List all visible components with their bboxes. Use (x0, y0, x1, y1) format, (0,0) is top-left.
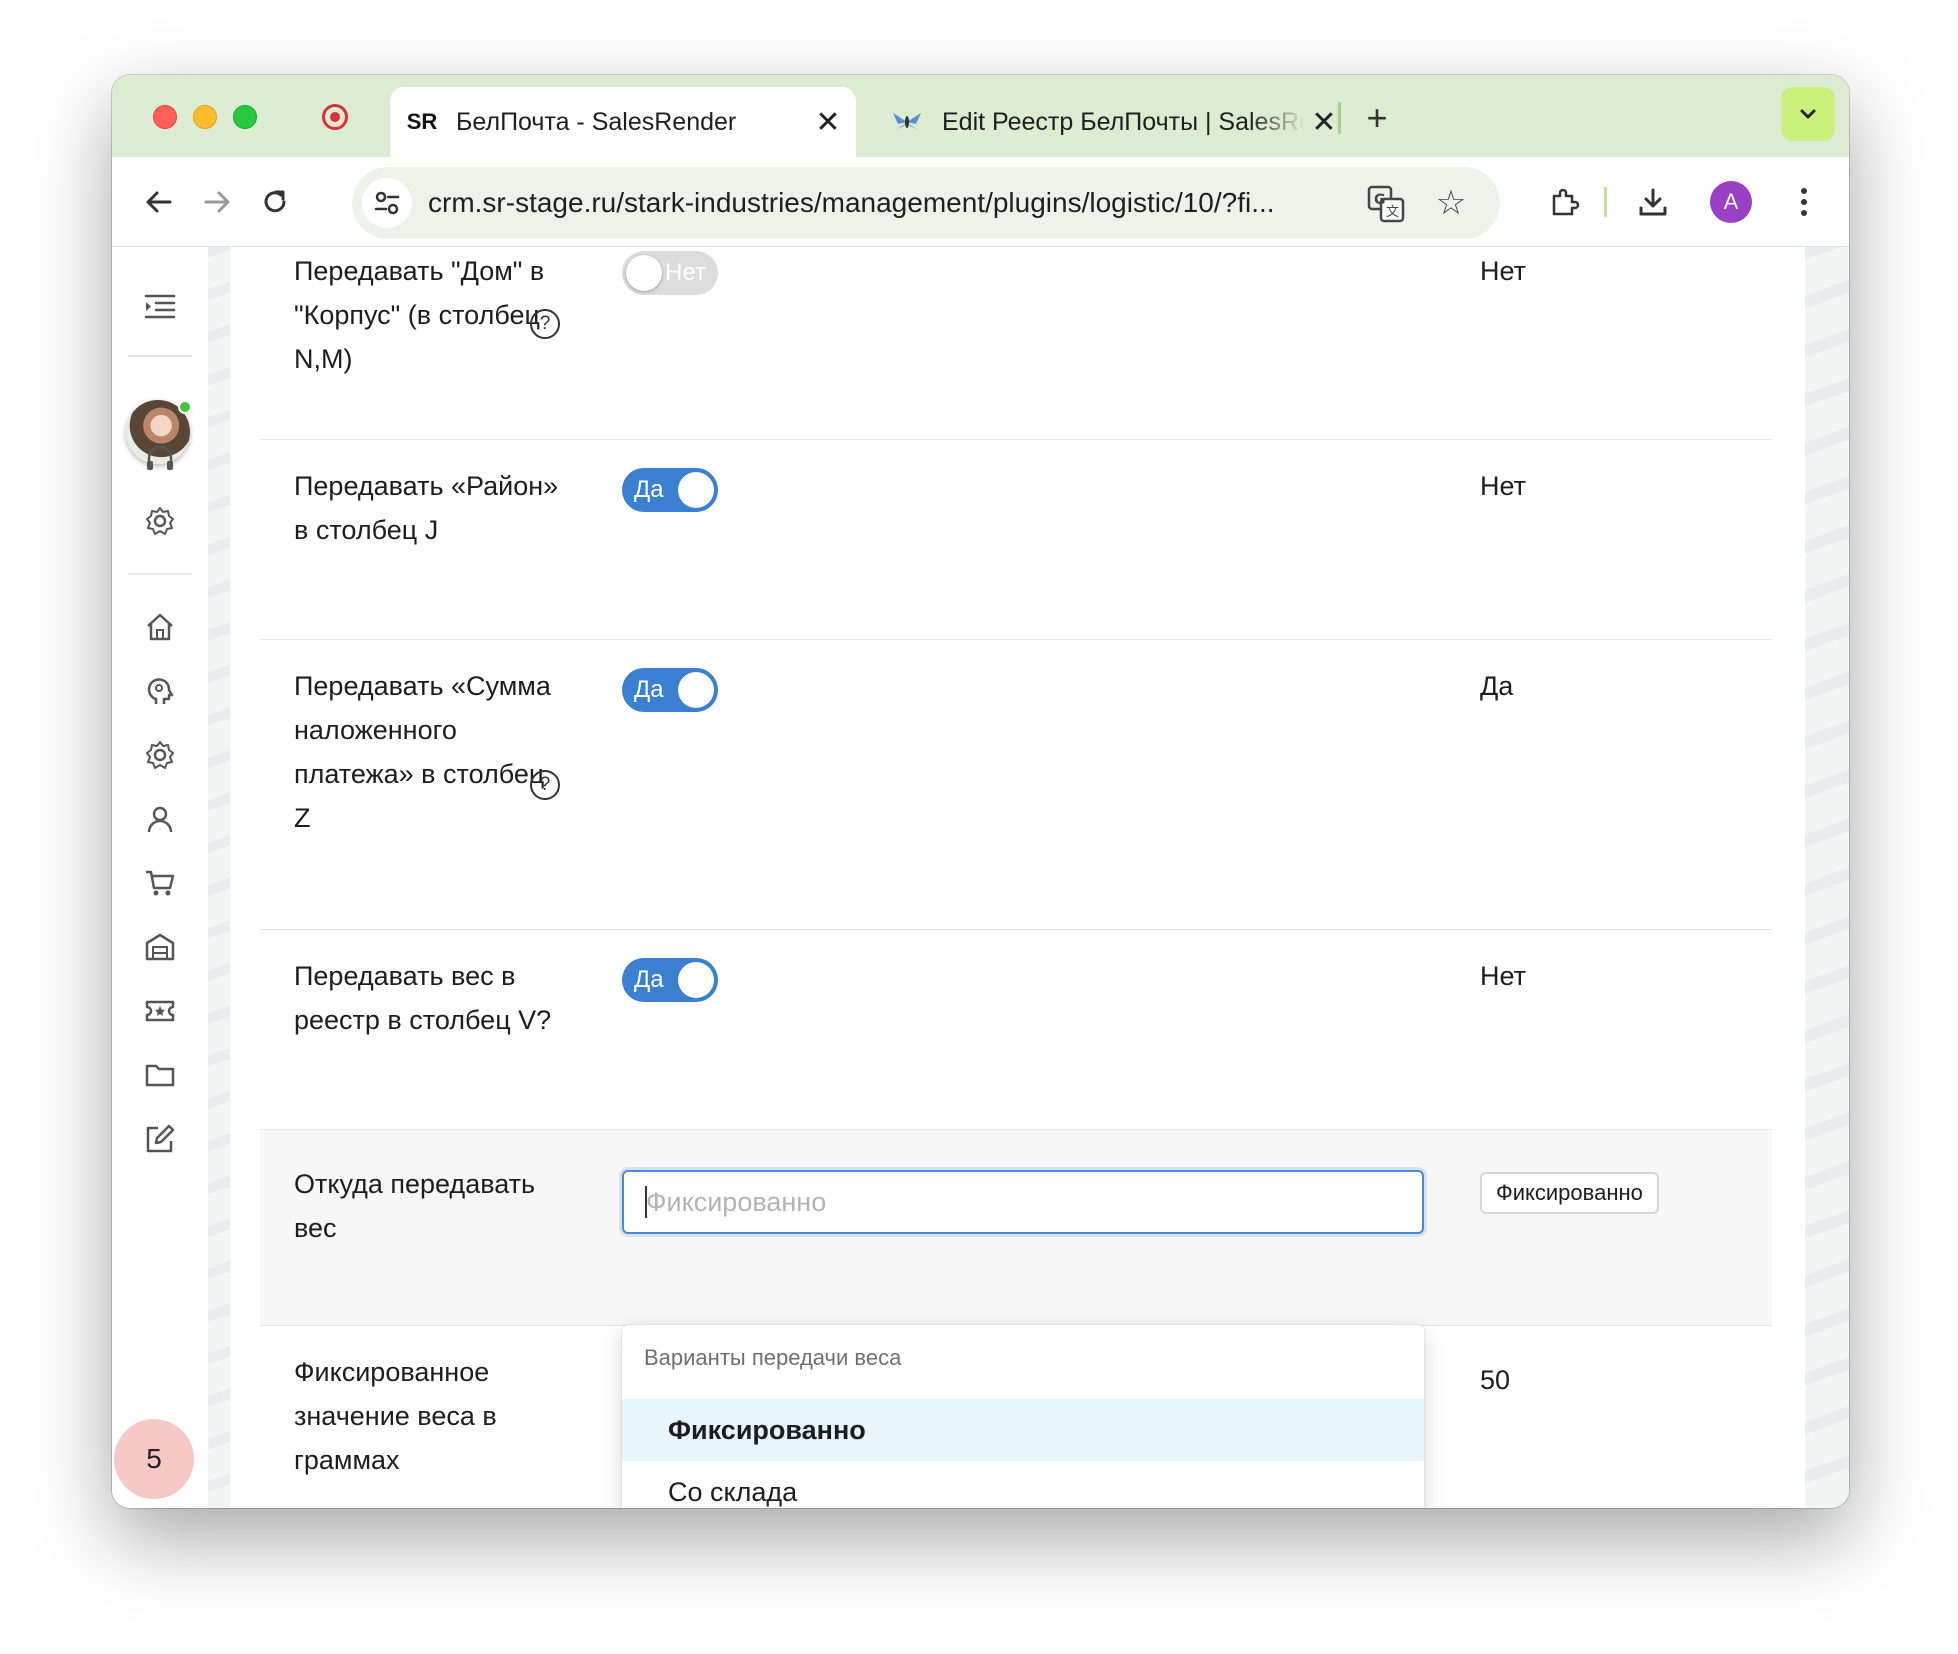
toggle-text: Да (634, 676, 664, 703)
toggle-text: Да (634, 476, 664, 503)
dropdown-option-fixed[interactable]: Фиксированно (622, 1399, 1424, 1461)
home-icon[interactable] (140, 607, 180, 647)
translate-icon[interactable]: G 文 (1366, 184, 1406, 224)
tab-edit-reestr[interactable]: Edit Реестр БелПочты | SalesRender ✕ (868, 87, 1352, 157)
setting-label: Передавать «Сумма наложенного платежа» в… (294, 671, 551, 833)
tab-title: Edit Реестр БелПочты | SalesRender (942, 107, 1304, 136)
settings-row-cod-amount: Передавать «Сумма наложенного платежа» в… (260, 640, 1772, 930)
setting-label: Передавать вес в реестр в столбец V? (294, 961, 552, 1035)
svg-text:文: 文 (1386, 205, 1399, 220)
fly-icon (890, 108, 924, 136)
more-vertical-icon (1801, 188, 1807, 216)
tab-search-button[interactable] (1781, 87, 1835, 141)
edit-icon[interactable] (140, 1119, 180, 1159)
toggle-text: Нет (665, 259, 706, 286)
toggle-weight[interactable]: Да (622, 958, 718, 1002)
toggle-knob (678, 962, 714, 998)
back-arrow-icon (146, 191, 172, 213)
current-value: Нет (1480, 256, 1526, 286)
new-tab-button[interactable]: + (1352, 93, 1402, 143)
download-icon (1639, 188, 1667, 216)
browser-window: SR БелПочта - SalesRender ✕ Edit Реестр … (112, 75, 1849, 1508)
setting-label: Передавать "Дом" в "Корпус" (в столбец N… (294, 256, 545, 374)
toggle-district[interactable]: Да (622, 468, 718, 512)
reload-button[interactable] (250, 177, 300, 227)
current-value: Да (1480, 671, 1514, 701)
weight-source-select[interactable]: Фиксированно (622, 1170, 1424, 1234)
settings-row-weight-source: Откуда передавать вес Фиксированно Фикси… (260, 1130, 1772, 1326)
sr-logo-icon: SR (406, 106, 440, 138)
toggle-knob (626, 255, 662, 291)
zoom-window-button[interactable] (233, 105, 257, 129)
puzzle-icon (1552, 188, 1580, 216)
toggle-knob (678, 672, 714, 708)
current-value: Нет (1480, 961, 1526, 991)
profile-avatar[interactable]: A (1710, 181, 1752, 223)
current-value-tag: Фиксированно (1480, 1172, 1659, 1214)
user-icon[interactable] (140, 799, 180, 839)
cart-icon[interactable] (140, 863, 180, 903)
close-window-button[interactable] (153, 105, 177, 129)
tab-title: БелПочта - SalesRender (456, 107, 737, 136)
background-pattern (208, 247, 230, 1508)
minimize-window-button[interactable] (193, 105, 217, 129)
gear-icon[interactable] (140, 501, 180, 541)
ticket-icon[interactable] (140, 991, 180, 1031)
address-bar[interactable]: crm.sr-stage.ru/stark-industries/managem… (352, 167, 1500, 239)
record-icon[interactable] (322, 104, 348, 130)
toggle-house-to-corpus[interactable]: Нет (622, 251, 718, 295)
sidebar-divider (128, 355, 192, 357)
sidebar-divider (128, 573, 192, 575)
forward-button[interactable] (192, 177, 242, 227)
site-settings-icon[interactable] (362, 178, 412, 228)
settings-row-weight: Передавать вес в реестр в столбец V? Да … (260, 930, 1772, 1130)
toggle-cod-amount[interactable]: Да (622, 668, 718, 712)
text-caret (645, 1186, 647, 1218)
browser-menu-button[interactable] (1779, 177, 1829, 227)
url-text[interactable]: crm.sr-stage.ru/stark-industries/managem… (428, 167, 1348, 239)
help-circle-icon[interactable]: ? (530, 770, 560, 800)
forward-arrow-icon (204, 191, 230, 213)
brain-gear-icon[interactable] (140, 671, 180, 711)
extensions-button[interactable] (1539, 177, 1589, 227)
select-placeholder: Фиксированно (646, 1187, 827, 1217)
tab-close-icon[interactable]: ✕ (808, 105, 848, 140)
setting-label: Откуда передавать вес (294, 1169, 536, 1243)
bookmark-star-icon[interactable]: ☆ (1430, 182, 1472, 224)
chevron-down-icon (1800, 109, 1816, 119)
gear-icon[interactable] (140, 735, 180, 775)
notification-badge[interactable]: 5 (114, 1419, 194, 1499)
page-content: 5 Передавать "Дом" в "Корпус" (в столбец… (112, 247, 1849, 1508)
setting-label: Передавать «Район» в столбец J (294, 471, 559, 545)
current-value: Нет (1480, 471, 1526, 501)
current-value: 50 (1480, 1365, 1511, 1395)
svg-text:G: G (1374, 192, 1386, 208)
background-pattern (1805, 247, 1849, 1508)
tab-separator (1338, 102, 1341, 134)
help-circle-icon[interactable]: ? (530, 309, 560, 339)
support-headset-icon[interactable] (140, 439, 180, 479)
folder-icon[interactable] (140, 1055, 180, 1095)
toolbar-separator (1604, 187, 1607, 217)
dropdown-group-label: Варианты передачи веса (644, 1345, 902, 1370)
tab-belpochta[interactable]: SR БелПочта - SalesRender ✕ (390, 87, 856, 157)
back-button[interactable] (134, 177, 184, 227)
settings-panel: Передавать "Дом" в "Корпус" (в столбец N… (230, 247, 1805, 1508)
weight-source-dropdown: Варианты передачи веса Фиксированно Со с… (622, 1325, 1424, 1508)
downloads-button[interactable] (1628, 177, 1678, 227)
toggle-text: Да (634, 966, 664, 993)
browser-toolbar: crm.sr-stage.ru/stark-industries/managem… (112, 157, 1849, 247)
settings-row-house-to-corpus: Передавать "Дом" в "Корпус" (в столбец N… (260, 247, 1772, 440)
tab-strip: SR БелПочта - SalesRender ✕ Edit Реестр … (112, 75, 1849, 157)
reload-icon (264, 190, 286, 213)
warehouse-icon[interactable] (140, 927, 180, 967)
settings-row-district: Передавать «Район» в столбец J Да Нет (260, 440, 1772, 640)
toggle-knob (678, 472, 714, 508)
app-sidebar: 5 (112, 247, 208, 1508)
dropdown-option-warehouse[interactable]: Со склада (622, 1461, 1424, 1508)
menu-toggle-icon[interactable] (140, 287, 180, 327)
online-status-dot (178, 400, 192, 414)
setting-label: Фиксированное значение веса в граммах (294, 1357, 497, 1475)
